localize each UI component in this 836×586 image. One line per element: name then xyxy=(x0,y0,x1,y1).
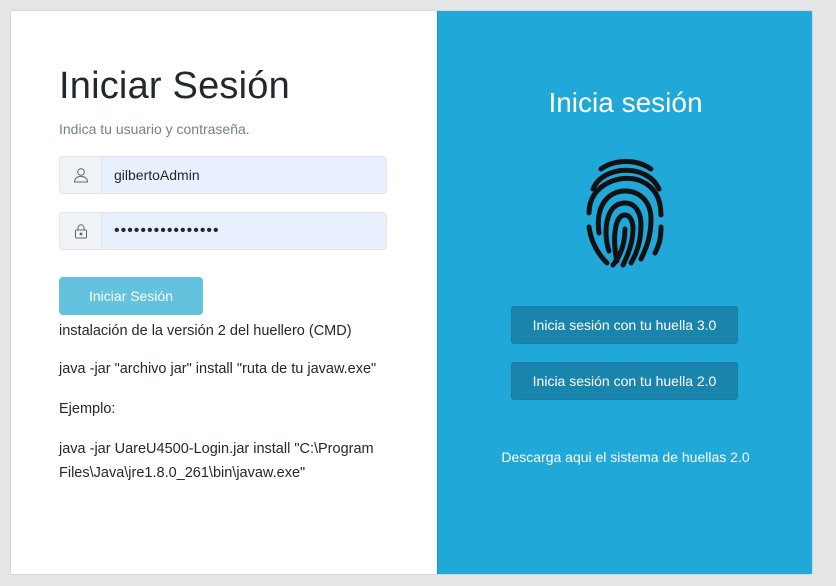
password-input[interactable] xyxy=(101,212,387,250)
note-title: instalación de la versión 2 del huellero… xyxy=(59,323,352,339)
username-input[interactable] xyxy=(101,156,387,194)
note-example-command: java -jar UareU4500-Login.jar install "C… xyxy=(59,441,374,481)
install-notes: instalación de la versión 2 del huellero… xyxy=(59,319,404,501)
fingerprint-icon xyxy=(583,153,667,274)
page-title: Iniciar Sesión xyxy=(59,65,290,107)
fingerprint-pane: Inicia sesión Inicia sesión con tu huell… xyxy=(437,11,812,574)
fingerprint-login-v3-button[interactable]: Inicia sesión con tu huella 3.0 xyxy=(511,306,738,344)
lock-icon xyxy=(59,212,101,250)
fingerprint-login-v2-button[interactable]: Inicia sesión con tu huella 2.0 xyxy=(511,362,738,400)
login-button[interactable]: Iniciar Sesión xyxy=(59,277,203,315)
note-example-label: Ejemplo: xyxy=(59,401,116,417)
note-command-template: java -jar "archivo jar" install "ruta de… xyxy=(59,361,377,377)
fingerprint-title: Inicia sesión xyxy=(548,87,703,118)
login-card: Iniciar Sesión Indica tu usuario y contr… xyxy=(10,10,813,575)
download-fingerprint-system-link[interactable]: Descarga aqui el sistema de huellas 2.0 xyxy=(438,449,812,465)
login-subtitle: Indica tu usuario y contraseña. xyxy=(59,121,250,137)
user-icon xyxy=(59,156,101,194)
username-group xyxy=(59,156,387,194)
password-group xyxy=(59,212,387,250)
login-pane: Iniciar Sesión Indica tu usuario y contr… xyxy=(11,11,437,574)
